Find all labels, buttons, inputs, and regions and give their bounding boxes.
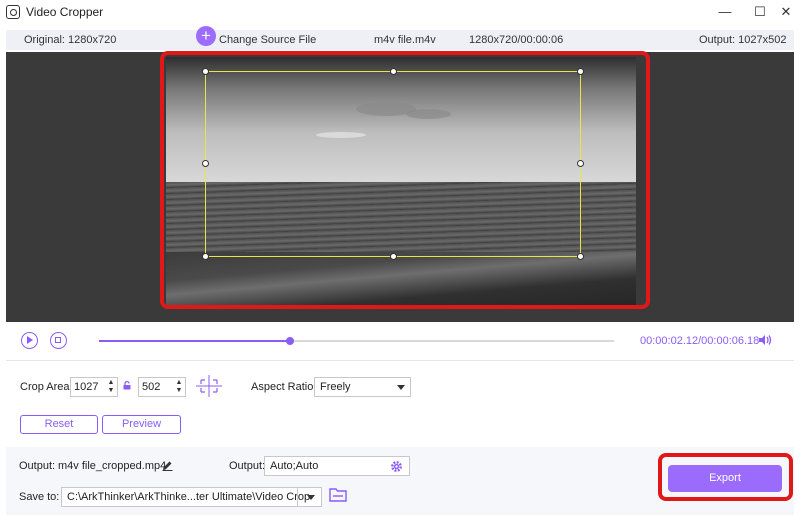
- preview-button[interactable]: Preview: [102, 415, 181, 434]
- crop-width-stepper-icon[interactable]: ▲ ▼: [107, 379, 115, 395]
- save-to-label: Save to:: [19, 491, 60, 503]
- output-format-field[interactable]: Auto;Auto: [264, 456, 410, 476]
- aspect-ratio-value: Freely: [320, 381, 351, 393]
- progress-knob[interactable]: [285, 337, 294, 345]
- stop-button[interactable]: [50, 332, 67, 349]
- source-file-name: m4v file.m4v: [374, 34, 436, 46]
- center-crop-icon[interactable]: [196, 375, 222, 397]
- crop-area-label: Crop Area:: [20, 381, 73, 393]
- highlight-outline-export: [658, 453, 793, 501]
- save-path-field[interactable]: C:\ArkThinker\ArkThinke...ter Ultimate\V…: [61, 487, 322, 507]
- save-path-value: C:\ArkThinker\ArkThinke...ter Ultimate\V…: [67, 491, 311, 503]
- reset-button[interactable]: Reset: [20, 415, 98, 434]
- crop-width-value: 1027: [74, 381, 99, 393]
- highlight-outline-video: [160, 51, 650, 309]
- playback-controls: 00:00:02.12/00:00:06.18: [6, 322, 794, 358]
- maximize-button[interactable]: ☐: [749, 3, 771, 21]
- info-bar: Original: 1280x720 + Change Source File …: [6, 26, 794, 50]
- play-button[interactable]: [21, 332, 38, 349]
- close-button[interactable]: ✕: [775, 3, 797, 21]
- crop-height-input[interactable]: 502 ▲ ▼: [138, 377, 186, 397]
- output-file-label: Output:: [19, 460, 56, 472]
- change-source-button[interactable]: Change Source File: [219, 34, 316, 46]
- gear-icon[interactable]: [390, 460, 403, 473]
- crop-width-input[interactable]: 1027 ▲ ▼: [70, 377, 118, 397]
- stop-icon: [55, 337, 61, 343]
- original-resolution: Original: 1280x720: [24, 34, 117, 46]
- output-file-name: m4v file_cropped.mp4: [58, 460, 167, 472]
- divider: [6, 360, 794, 361]
- video-preview-area: [6, 51, 794, 322]
- crop-height-stepper-icon[interactable]: ▲ ▼: [175, 379, 183, 395]
- aspect-ratio-select[interactable]: Freely: [314, 377, 411, 397]
- add-source-icon[interactable]: +: [196, 26, 216, 46]
- chevron-down-icon[interactable]: [307, 495, 315, 500]
- output-format-value: Auto;Auto: [270, 460, 319, 472]
- volume-icon[interactable]: [758, 333, 772, 347]
- window-title: Video Cropper: [26, 5, 104, 19]
- title-bar: Video Cropper — ☐ ✕: [0, 0, 800, 24]
- app-icon: [6, 5, 20, 19]
- play-icon: [27, 336, 33, 344]
- chevron-down-icon: [397, 385, 405, 390]
- progress-fill: [99, 340, 290, 342]
- source-file-info: 1280x720/00:00:06: [469, 34, 564, 46]
- lock-icon[interactable]: [123, 381, 131, 390]
- minimize-button[interactable]: —: [714, 3, 736, 21]
- current-time: 00:00:02.12: [640, 335, 699, 347]
- total-time: /00:00:06.18: [698, 335, 760, 347]
- output-resolution: Output: 1027x502: [699, 34, 787, 46]
- output-format-label: Output:: [229, 460, 266, 472]
- folder-icon[interactable]: [329, 487, 347, 502]
- crop-height-value: 502: [142, 381, 161, 393]
- time-display: 00:00:02.12/00:00:06.18: [640, 335, 759, 347]
- pencil-icon[interactable]: [162, 460, 173, 471]
- progress-track[interactable]: [99, 337, 614, 345]
- aspect-ratio-label: Aspect Ratio:: [251, 381, 317, 393]
